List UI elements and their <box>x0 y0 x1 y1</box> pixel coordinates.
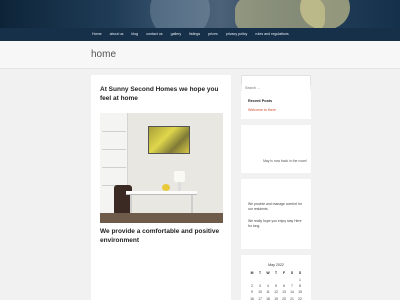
calendar-day[interactable]: 16 <box>248 296 256 300</box>
nav-item-contact-us[interactable]: contact us <box>142 28 166 41</box>
photo-floor <box>100 213 223 223</box>
calendar-day[interactable]: 22 <box>296 296 304 300</box>
nav-item-rules[interactable]: rules and regulations <box>251 28 292 41</box>
main-nav: Home about us blog contact us gallery li… <box>0 28 400 41</box>
content-heading: At Sunny Second Homes we hope you feel a… <box>100 86 219 102</box>
calendar-widget: May 2022 M T W T F S S 1 2 3 4 5 6 7 8 9 10 11 12 13… <box>241 255 311 300</box>
nav-item-prices[interactable]: prices <box>204 28 222 41</box>
calendar-caption: May 2022 <box>268 263 284 267</box>
calendar-body: 1234567891011121314151617181920212223242… <box>248 276 304 300</box>
widget-paragraph: We really hope you enjoy stay Here for l… <box>248 219 302 228</box>
room-photo <box>100 113 223 223</box>
search-widget <box>241 75 311 92</box>
banner-decoration <box>300 0 350 28</box>
widget-title: Recent Posts <box>248 99 273 103</box>
nav-item-privacy-policy[interactable]: privacy policy <box>222 28 252 41</box>
photo-painting <box>148 126 190 154</box>
calendar-day[interactable]: 18 <box>264 296 272 300</box>
calendar-table: M T W T F S S 1 2 3 4 5 6 7 8 9 10 11 12 13 14 15 16 17 1… <box>248 270 304 300</box>
calendar-week: 16 17 18 19 20 21 22 <box>248 296 304 300</box>
widget-text: May is now back in the room! <box>263 159 307 163</box>
nav-item-about-us[interactable]: about us <box>106 28 128 41</box>
calendar-day[interactable]: 17 <box>256 296 264 300</box>
photo-desk <box>126 191 197 195</box>
about-widget: We provide and manage comfort for our re… <box>241 179 311 249</box>
calendar-day[interactable]: 19 <box>272 296 280 300</box>
header-banner <box>0 0 400 28</box>
text-widget: May is now back in the room! <box>241 125 311 173</box>
widget-paragraph: We provide and manage comfort for our re… <box>248 202 303 211</box>
content-subheading: We provide a comfortable and positive en… <box>100 228 220 244</box>
photo-flowers <box>162 184 170 191</box>
calendar-day[interactable]: 20 <box>280 296 288 300</box>
page-title: home <box>91 49 117 60</box>
recent-post-link[interactable]: Welcome to them <box>248 108 276 112</box>
calendar-day[interactable]: 21 <box>288 296 296 300</box>
main-content: At Sunny Second Homes we hope you feel a… <box>91 75 231 300</box>
recent-posts-widget: Recent Posts Welcome to them <box>241 91 311 119</box>
nav-item-listings[interactable]: listings <box>185 28 204 41</box>
banner-decoration <box>150 0 210 28</box>
page-title-bar: home <box>0 41 400 69</box>
photo-lamp <box>174 171 185 182</box>
nav-item-blog[interactable]: blog <box>127 28 142 41</box>
photo-lamp-base <box>178 182 181 191</box>
nav-item-home[interactable]: Home <box>88 28 106 41</box>
nav-item-gallery[interactable]: gallery <box>167 28 186 41</box>
